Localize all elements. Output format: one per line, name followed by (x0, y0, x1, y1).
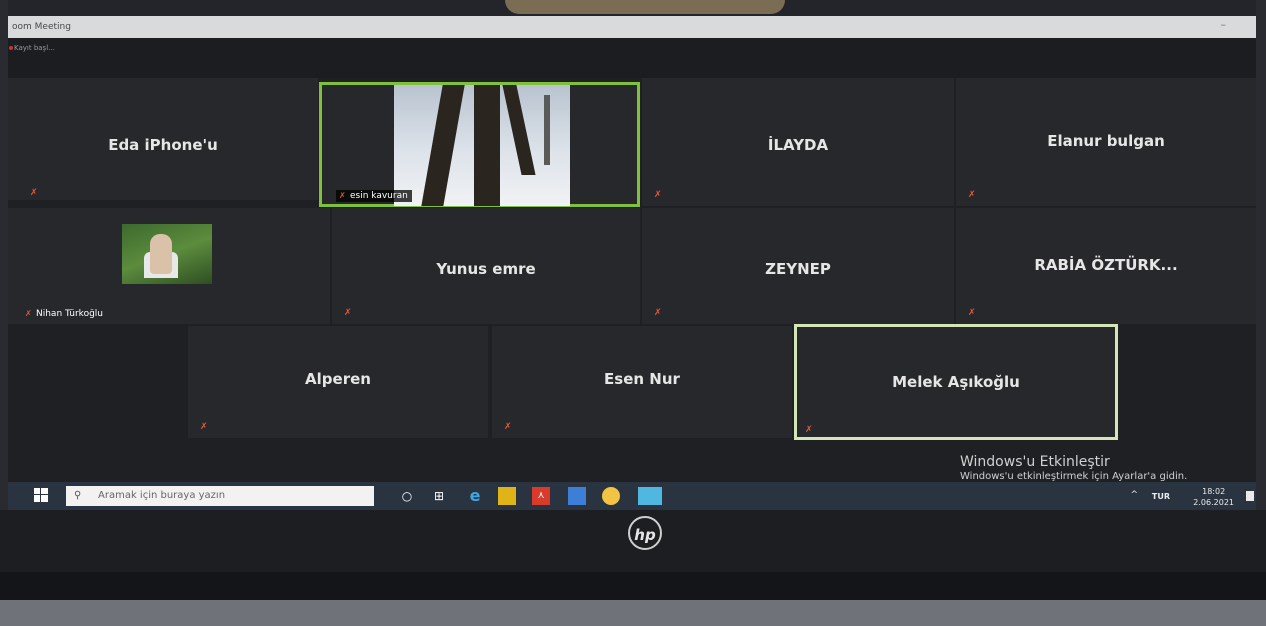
clock-time: 18:02 (1202, 487, 1226, 496)
participant-nameplate: ✗ Nihan Türkoğlu (22, 308, 107, 320)
participant-tile[interactable]: Yunus emre ✗ (332, 208, 640, 324)
participant-video (122, 224, 212, 284)
participant-name: ZEYNEP (765, 260, 831, 278)
participant-tile[interactable]: ✗ Nihan Türkoğlu (8, 208, 330, 324)
participant-tile[interactable]: ZEYNEP ✗ (642, 208, 954, 324)
participant-video (394, 85, 570, 206)
minimize-button[interactable]: – (1221, 16, 1227, 36)
search-icon: ⚲ (74, 490, 82, 501)
muted-mic-icon: ✗ (344, 308, 352, 318)
window-title: oom Meeting (12, 22, 71, 32)
participant-grid: Eda iPhone'u ✗ ✗ esin kavuran İLAYDA ✗ E… (8, 78, 1256, 498)
participant-nameplate: ✗ esin kavuran (336, 190, 412, 202)
webcam-housing (505, 0, 785, 14)
muted-mic-icon: ✗ (654, 190, 662, 200)
participant-tile-active-speaker[interactable]: ✗ esin kavuran (319, 82, 640, 207)
hp-logo: hp (628, 516, 662, 550)
participant-name: Alperen (305, 370, 371, 388)
participant-tile[interactable]: Alperen ✗ (188, 326, 488, 438)
zoom-app-icon[interactable] (638, 487, 662, 505)
show-hidden-icons-chevron-icon[interactable]: ^ (1130, 490, 1138, 500)
participant-tile[interactable]: Esen Nur ✗ (492, 326, 792, 438)
video-tree-trunk (502, 85, 536, 175)
participant-name: İLAYDA (767, 136, 829, 154)
participant-name: Yunus emre (436, 260, 536, 278)
video-person (150, 234, 172, 274)
muted-mic-icon: ✗ (968, 190, 976, 200)
windows-start-icon[interactable] (34, 488, 50, 504)
notifications-icon[interactable] (1246, 491, 1254, 501)
search-placeholder: Aramak için buraya yazın (98, 490, 226, 501)
participant-name: RABİA ÖZTÜRK... (1034, 256, 1178, 274)
edge-browser-icon[interactable]: e (464, 487, 486, 505)
muted-mic-icon: ✗ (339, 191, 346, 200)
activation-title: Windows'u Etkinleştir (960, 454, 1110, 470)
input-language[interactable]: TUR (1152, 492, 1170, 501)
muted-mic-icon: ✗ (968, 308, 976, 318)
laptop-keyboard-deck (0, 600, 1266, 626)
participant-tile[interactable]: İLAYDA ✗ (642, 78, 954, 206)
meeting-top-bar: Kayıt başl... (8, 38, 1256, 78)
participant-name: Nihan Türkoğlu (36, 309, 103, 319)
window-titlebar: oom Meeting – (8, 16, 1256, 38)
video-tree-trunk (421, 85, 465, 206)
participant-name: Esen Nur (604, 370, 680, 388)
participant-name: esin kavuran (350, 191, 408, 201)
muted-mic-icon: ✗ (25, 309, 32, 318)
video-tree-trunk (544, 95, 550, 165)
store-icon[interactable] (568, 487, 586, 505)
participant-name: Melek Aşıkoğlu (892, 373, 1020, 391)
clock-date: 2.06.2021 (1193, 498, 1234, 507)
muted-mic-icon: ✗ (805, 425, 813, 435)
recording-icon (9, 46, 13, 50)
cortana-icon[interactable]: ○ (396, 487, 418, 505)
task-view-icon[interactable]: ⊞ (428, 487, 450, 505)
pdf-reader-icon[interactable]: ⋏ (532, 487, 550, 505)
participant-tile[interactable]: Elanur bulgan ✗ (956, 78, 1256, 206)
taskbar-search-input[interactable]: ⚲ Aramak için buraya yazın (66, 486, 374, 506)
taskbar-clock[interactable]: 18:02 2.06.2021 (1193, 486, 1234, 508)
activation-subtitle: Windows'u etkinleştirmek için Ayarlar'a … (960, 471, 1188, 482)
muted-mic-icon: ✗ (30, 188, 38, 198)
file-explorer-icon[interactable] (498, 487, 516, 505)
video-tree-trunk (474, 85, 500, 206)
muted-mic-icon: ✗ (654, 308, 662, 318)
muted-mic-icon: ✗ (504, 422, 512, 432)
windows-activation-watermark: Windows'u Etkinleştir Windows'u etkinleş… (960, 454, 1187, 482)
participant-tile-active-speaker[interactable]: Melek Aşıkoğlu ✗ (794, 324, 1118, 440)
muted-mic-icon: ✗ (200, 422, 208, 432)
participant-tile[interactable]: RABİA ÖZTÜRK... ✗ (956, 208, 1256, 324)
windows-taskbar: ⚲ Aramak için buraya yazın ○ ⊞ e ⋏ ^ TUR… (8, 482, 1256, 510)
screen: oom Meeting – Kayıt başl... Eda iPhone'u… (8, 16, 1256, 510)
participant-name: Elanur bulgan (1047, 132, 1165, 150)
participant-tile[interactable]: Eda iPhone'u ✗ (8, 78, 318, 200)
participant-name: Eda iPhone'u (108, 136, 218, 154)
meeting-top-info[interactable]: Kayıt başl... (14, 44, 55, 52)
chrome-icon[interactable] (602, 487, 620, 505)
